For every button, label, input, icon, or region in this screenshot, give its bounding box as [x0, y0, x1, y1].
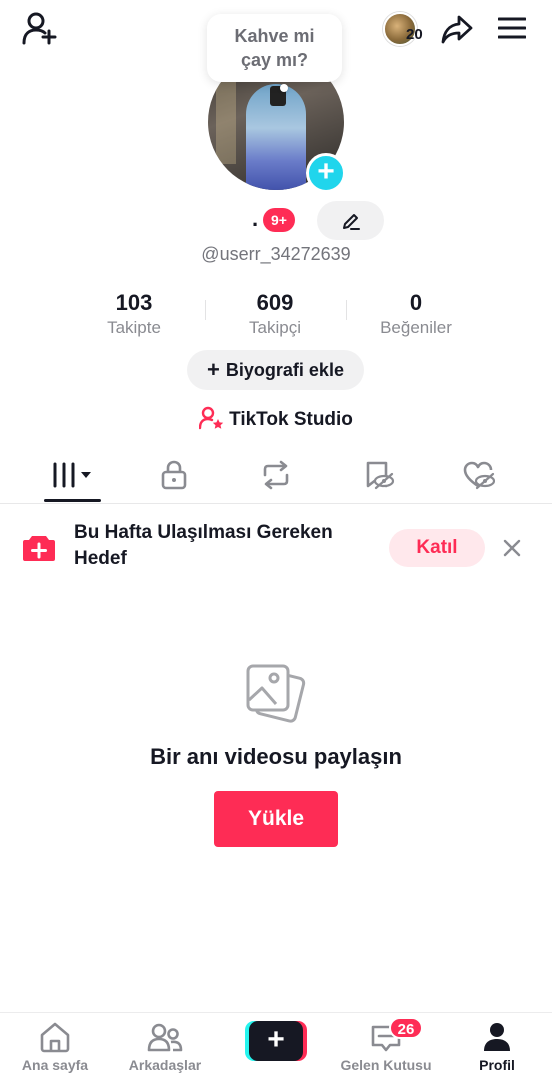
upload-button[interactable]: Yükle	[214, 791, 338, 847]
stat-likes[interactable]: 0 Beğeniler	[346, 290, 486, 338]
empty-state-title: Bir anı videosu paylaşın	[150, 744, 402, 769]
repost-icon	[263, 460, 289, 490]
bookmark-hidden-icon	[366, 461, 395, 490]
tab-liked[interactable]	[424, 450, 534, 502]
stat-following[interactable]: 103 Takipte	[64, 290, 204, 338]
stat-label: Takipte	[107, 318, 161, 337]
photos-icon	[246, 664, 306, 723]
add-bio-button[interactable]: + Biyografi ekle	[187, 350, 364, 390]
note-line-2: çay mı?	[240, 50, 309, 70]
profile-icon	[484, 1023, 510, 1051]
note-bubble[interactable]: Kahve mi çay mı?	[207, 14, 342, 82]
user-star-icon	[198, 406, 224, 430]
add-bio-label: Biyografi ekle	[225, 360, 344, 380]
stat-label: Takipçi	[249, 318, 301, 337]
nav-friends-label: Arkadaşlar	[128, 1057, 202, 1073]
plus-box-icon	[23, 536, 55, 561]
create-plus-icon: +	[249, 1021, 303, 1061]
tab-private[interactable]	[119, 450, 229, 502]
tab-favorites[interactable]	[324, 450, 434, 502]
add-user-icon[interactable]	[22, 12, 58, 46]
nav-home[interactable]: Ana sayfa	[0, 1021, 110, 1073]
note-line-1: Kahve mi	[234, 26, 315, 46]
stat-value: 103	[115, 290, 153, 315]
tab-videos[interactable]	[18, 450, 128, 502]
nav-inbox[interactable]: Gelen Kutusu	[331, 1021, 441, 1073]
bottom-navigation: Ana sayfa Arkadaşlar + Gelen Kutusu 26 P…	[0, 1012, 552, 1080]
menu-icon[interactable]	[498, 16, 526, 40]
tab-reposts[interactable]	[221, 450, 331, 502]
name-row: . 9+	[0, 200, 552, 240]
username: @userr_34272639	[201, 244, 351, 264]
nav-home-label: Ana sayfa	[21, 1057, 89, 1073]
join-button[interactable]: Katıl	[389, 529, 485, 567]
tiktok-studio-link[interactable]: TikTok Studio	[0, 406, 552, 434]
stats-row: 103 Takipte 609 Takipçi 0 Beğeniler	[0, 290, 552, 340]
inbox-badge: 26	[389, 1017, 423, 1039]
stat-followers[interactable]: 609 Takipçi	[205, 290, 345, 338]
close-icon[interactable]	[500, 536, 524, 560]
content-tabs	[0, 450, 552, 504]
lock-icon	[161, 460, 187, 490]
notification-badge[interactable]: 9+	[263, 208, 295, 232]
pencil-icon	[343, 214, 360, 230]
friends-icon	[147, 1023, 183, 1052]
nav-inbox-label: Gelen Kutusu	[340, 1057, 432, 1073]
nav-profile[interactable]: Profil	[442, 1021, 552, 1073]
plus-icon: +	[207, 357, 220, 382]
share-icon[interactable]	[440, 12, 474, 46]
note-bubble-tail	[280, 84, 288, 92]
edit-profile-button[interactable]	[317, 201, 384, 240]
display-name: .	[252, 206, 259, 231]
tiktok-studio-label: TikTok Studio	[229, 409, 353, 430]
nav-profile-label: Profil	[479, 1057, 515, 1073]
goal-text: Bu Hafta Ulaşılması Gereken Hedef	[74, 522, 333, 569]
add-story-button[interactable]: +	[306, 153, 346, 193]
nav-friends[interactable]: Arkadaşlar	[110, 1021, 220, 1073]
home-icon	[40, 1022, 70, 1053]
weekly-goal-banner: Bu Hafta Ulaşılması Gereken Hedef Katıl	[0, 514, 552, 580]
create-button[interactable]: +	[245, 1021, 307, 1061]
story-count: 20	[406, 26, 423, 43]
active-tab-indicator	[44, 499, 101, 502]
stat-label: Beğeniler	[380, 318, 452, 337]
heart-hidden-icon	[463, 461, 495, 490]
grid-icon	[53, 462, 91, 488]
stat-value: 0	[409, 290, 423, 315]
stat-value: 609	[256, 290, 294, 315]
